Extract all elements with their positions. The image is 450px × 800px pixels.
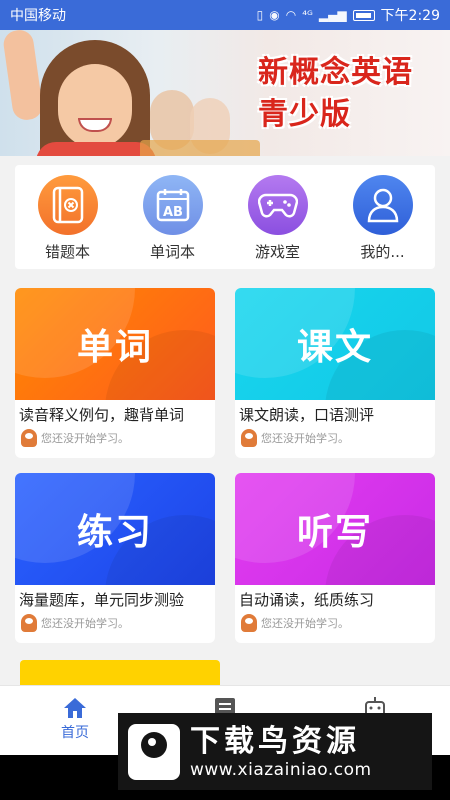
banner-photo-arm	[1, 30, 45, 122]
card-hero: 练习	[15, 473, 215, 585]
user-icon	[352, 175, 413, 235]
status-icons: ▯ ◉ ◠ ⁴ᴳ ▂▄▆ 下午2:29	[257, 5, 440, 25]
card-progress: 您还没开始学习。	[15, 425, 215, 451]
card-dictation[interactable]: 听写 自动诵读，纸质练习 您还没开始学习。	[235, 473, 435, 643]
card-progress-text: 您还没开始学习。	[41, 617, 129, 630]
card-progress-text: 您还没开始学习。	[41, 432, 129, 445]
watermark-title: 下载鸟资源	[190, 723, 360, 759]
banner-title-line1: 新概念英语	[258, 55, 413, 90]
card-progress-text: 您还没开始学习。	[261, 432, 349, 445]
clock-label: 下午2:29	[380, 8, 440, 24]
battery-icon	[352, 9, 375, 21]
banner-photo-shirt	[36, 142, 156, 156]
tab-home-label: 首页	[61, 725, 89, 741]
banner-title: 新概念英语 青少版	[258, 52, 413, 136]
network-4g-label: ⁴ᴳ	[302, 8, 313, 22]
quick-action-label: 错题本	[44, 243, 90, 261]
card-hero: 课文	[235, 288, 435, 400]
quick-actions: 错题本 AB 单词本 游戏室 我的...	[15, 165, 435, 269]
svg-text:AB: AB	[163, 205, 183, 220]
home-icon	[64, 698, 86, 718]
card-hero: 听写	[235, 473, 435, 585]
quick-action-profile[interactable]: 我的...	[333, 175, 433, 262]
card-description: 海量题库，单元同步测验	[19, 591, 185, 609]
eye-icon: ◉	[269, 8, 280, 22]
card-progress: 您还没开始学习。	[235, 610, 435, 636]
card-description: 课文朗读，口语测评	[239, 406, 375, 424]
gamepad-icon	[247, 175, 308, 235]
mascot-icon	[241, 614, 257, 632]
bird-logo-icon	[128, 723, 180, 780]
watermark-text: 下载鸟资源 www.xiazainiao.com	[190, 724, 372, 780]
banner-title-line2: 青少版	[258, 97, 351, 132]
quick-action-label: 我的...	[360, 243, 405, 261]
carrier-label: 中国移动	[10, 8, 66, 24]
card-progress: 您还没开始学习。	[235, 425, 435, 451]
promo-banner[interactable]: 新概念英语 青少版	[0, 30, 450, 156]
card-practice[interactable]: 练习 海量题库，单元同步测验 您还没开始学习。	[15, 473, 215, 643]
card-progress-text: 您还没开始学习。	[261, 617, 349, 630]
card-hero: 单词	[15, 288, 215, 400]
card-title: 单词	[76, 327, 153, 368]
card-progress: 您还没开始学习。	[15, 610, 215, 636]
mascot-icon	[241, 429, 257, 447]
wifi-icon: ◠	[285, 8, 297, 22]
quick-action-label: 单词本	[149, 243, 195, 261]
card-title: 听写	[296, 512, 373, 553]
card-description: 自动诵读，纸质练习	[239, 591, 375, 609]
card-words[interactable]: 单词 读音释义例句，趣背单词 您还没开始学习。	[15, 288, 215, 458]
mascot-icon	[21, 429, 37, 447]
quick-action-game-room[interactable]: 游戏室	[228, 175, 328, 262]
quick-action-label: 游戏室	[254, 243, 300, 261]
error-book-icon	[37, 175, 98, 235]
vibrate-icon: ▯	[256, 8, 264, 22]
card-description: 读音释义例句，趣背单词	[19, 406, 185, 424]
quick-action-error-book[interactable]: 错题本	[18, 175, 118, 262]
card-title: 课文	[296, 327, 373, 368]
mascot-icon	[21, 614, 37, 632]
banner-photo-desk	[140, 140, 260, 156]
card-texts[interactable]: 课文 课文朗读，口语测评 您还没开始学习。	[235, 288, 435, 458]
card-title: 练习	[76, 512, 153, 553]
banner-photo-face	[58, 64, 132, 148]
signal-icon: ▂▄▆	[318, 8, 347, 22]
status-bar: 中国移动 ▯ ◉ ◠ ⁴ᴳ ▂▄▆ 下午2:29	[0, 0, 450, 30]
calendar-ab-icon: AB	[142, 175, 203, 235]
watermark-url: www.xiazainiao.com	[190, 759, 372, 780]
watermark-overlay: 下载鸟资源 www.xiazainiao.com	[118, 713, 432, 790]
quick-action-word-book[interactable]: AB 单词本	[123, 175, 223, 262]
